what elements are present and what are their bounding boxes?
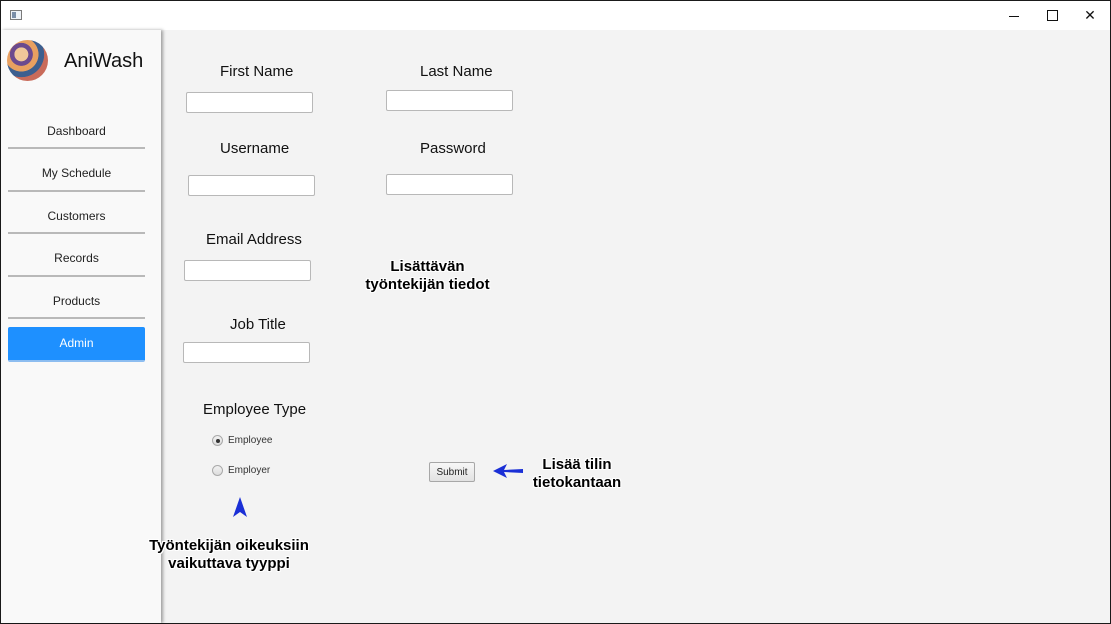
username-field[interactable] — [188, 175, 315, 196]
sidebar-item-my-schedule[interactable]: My Schedule — [8, 157, 145, 192]
fields-annotation-line-1: Lisättävän — [390, 258, 465, 275]
sidebar-nav: Dashboard My Schedule Customers Records … — [8, 114, 145, 369]
title-bar: ✕ — [1, 1, 1110, 30]
first-name-field[interactable] — [186, 92, 313, 113]
submit-annotation: Lisää tilin tietokantaan — [517, 456, 637, 492]
submit-annotation-line-2: tietokantaan — [532, 474, 622, 491]
minimize-icon — [1009, 16, 1019, 17]
last-name-field[interactable] — [386, 90, 513, 111]
arrow-up-icon — [233, 497, 247, 517]
sidebar: AniWash Dashboard My Schedule Customers … — [1, 30, 161, 623]
app-window: ✕ AniWash Dashboard My Schedule Customer… — [0, 0, 1111, 624]
radio-checked-icon — [212, 435, 223, 446]
fields-annotation: Lisättävän työntekijän tiedot — [340, 258, 515, 294]
radio-unchecked-icon — [212, 465, 223, 476]
submit-annotation-line-1: Lisää tilin — [542, 456, 612, 473]
password-field[interactable] — [386, 174, 513, 195]
first-name-label: First Name — [220, 63, 294, 80]
password-label: Password — [420, 140, 486, 157]
radio-employer[interactable]: Employer — [212, 465, 270, 476]
email-field[interactable] — [184, 260, 311, 281]
app-window-icon — [10, 10, 22, 20]
arrow-left-icon — [493, 464, 523, 478]
username-label: Username — [220, 140, 290, 157]
app-name: AniWash — [64, 50, 144, 72]
sidebar-item-products[interactable]: Products — [8, 284, 145, 319]
fields-annotation-line-2: työntekijän tiedot — [365, 276, 490, 293]
sidebar-item-dashboard[interactable]: Dashboard — [8, 114, 145, 149]
sidebar-item-records[interactable]: Records — [8, 242, 145, 277]
avatar — [7, 40, 48, 81]
type-annotation-line-2: vaikuttava tyyppi — [168, 555, 290, 572]
type-annotation-line-1: Työntekijän oikeuksiin — [149, 537, 309, 554]
sidebar-item-customers[interactable]: Customers — [8, 199, 145, 234]
type-annotation: Työntekijän oikeuksiin vaikuttava tyyppi — [134, 537, 324, 573]
employee-type-label: Employee Type — [203, 401, 307, 418]
minimize-button[interactable] — [995, 1, 1033, 30]
maximize-button[interactable] — [1033, 1, 1071, 30]
job-title-field[interactable] — [183, 342, 310, 363]
maximize-icon — [1046, 10, 1058, 21]
radio-employee-label: Employee — [228, 435, 273, 446]
submit-button[interactable]: Submit — [429, 462, 475, 482]
email-label: Email Address — [206, 231, 302, 248]
radio-employer-label: Employer — [228, 465, 271, 476]
radio-employee[interactable]: Employee — [212, 435, 272, 446]
close-button[interactable]: ✕ — [1071, 1, 1109, 30]
job-title-label: Job Title — [230, 316, 286, 333]
last-name-label: Last Name — [420, 63, 493, 80]
close-icon: ✕ — [1084, 7, 1096, 23]
sidebar-item-admin[interactable]: Admin — [8, 326, 145, 362]
